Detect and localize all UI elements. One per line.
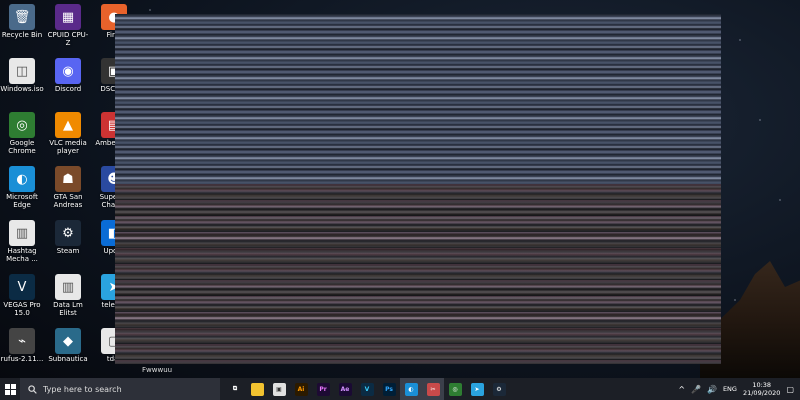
taskbar: Type here to search ⧉ ▬ ▣ Ai Pr Ae V Ps ◐ ✂ ◎ ➤ ⚙ ^ … bbox=[0, 378, 800, 400]
desktop-icon-label: Recycle Bin bbox=[1, 31, 43, 39]
taskbar-file-explorer-button[interactable]: ▬ bbox=[246, 378, 268, 400]
system-tray: ^ 🎤 🔊 ENG 10:38 21/09/2020 ▢ bbox=[678, 378, 800, 400]
snipping-icon: ✂ bbox=[426, 382, 440, 396]
taskbar-task-view-button[interactable]: ⧉ bbox=[224, 378, 246, 400]
windows-logo-icon bbox=[4, 383, 16, 395]
desktop-icon-label: Hashtag Mecha ... bbox=[6, 247, 38, 263]
desktop-icon[interactable]: ◉ Discord bbox=[46, 56, 90, 108]
taskbar-snipping-button[interactable]: ✂ bbox=[422, 378, 444, 400]
desktop-icon-label: VEGAS Pro 15.0 bbox=[3, 301, 41, 317]
steam-icon: ⚙ bbox=[492, 382, 506, 396]
desktop-icon-label: Microsoft Edge bbox=[6, 193, 38, 209]
microphone-icon[interactable]: 🎤 bbox=[691, 385, 701, 394]
search-icon bbox=[28, 384, 37, 394]
desktop-icon[interactable]: 🗑 Recycle Bin bbox=[0, 2, 44, 54]
start-button[interactable] bbox=[0, 378, 20, 400]
tray-chevron-icon[interactable]: ^ bbox=[678, 385, 685, 394]
desktop-icon[interactable]: ◎ Google Chrome bbox=[0, 110, 44, 162]
desktop-icon[interactable]: ▦ CPUID CPU-Z bbox=[46, 2, 90, 54]
desktop-icon-label: Subnautica bbox=[48, 355, 88, 363]
taskbar-edge-button[interactable]: ◐ bbox=[400, 378, 422, 400]
desktop-icon[interactable]: ☗ GTA San Andreas bbox=[46, 164, 90, 216]
chrome-icon: ◎ bbox=[448, 382, 462, 396]
desktop-icon[interactable]: ▲ VLC media player bbox=[46, 110, 90, 162]
desktop-icon[interactable]: ⚙ Steam bbox=[46, 218, 90, 270]
discord-icon: ◉ bbox=[55, 58, 81, 84]
window-caption: Fwwwuu bbox=[142, 366, 173, 374]
desktop-icon[interactable]: ▥ Data Lm Elitst bbox=[46, 272, 90, 324]
edge-icon: ◐ bbox=[404, 382, 418, 396]
desktop-icons: 🗑 Recycle Bin ▦ CPUID CPU-Z ● Firef ◫ Windows.i… bbox=[0, 0, 133, 378]
desktop-icon[interactable]: ◐ Microsoft Edge bbox=[0, 164, 44, 216]
taskbar-vegas-button[interactable]: V bbox=[356, 378, 378, 400]
desktop-icon-label: VLC media player bbox=[49, 139, 87, 155]
premiere-icon: Pr bbox=[316, 382, 330, 396]
vegas-icon: V bbox=[360, 382, 374, 396]
volume-icon[interactable]: 🔊 bbox=[707, 385, 717, 394]
illustrator-icon: Ai bbox=[294, 382, 308, 396]
clock[interactable]: 10:38 21/09/2020 bbox=[743, 381, 780, 397]
language-indicator[interactable]: ENG bbox=[723, 385, 737, 393]
edge-icon: ◐ bbox=[9, 166, 35, 192]
store-icon: ▣ bbox=[272, 382, 286, 396]
taskbar-telegram-button[interactable]: ➤ bbox=[466, 378, 488, 400]
taskbar-photoshop-button[interactable]: Ps bbox=[378, 378, 400, 400]
taskbar-store-button[interactable]: ▣ bbox=[268, 378, 290, 400]
subnautica-icon: ◆ bbox=[55, 328, 81, 354]
desktop-icon-label: rufus-2.11... bbox=[0, 355, 44, 363]
taskbar-chrome-button[interactable]: ◎ bbox=[444, 378, 466, 400]
desktop-icon[interactable]: ◫ Windows.iso bbox=[0, 56, 44, 108]
taskbar-after-effects-button[interactable]: Ae bbox=[334, 378, 356, 400]
photoshop-icon: Ps bbox=[382, 382, 396, 396]
glitched-window[interactable] bbox=[115, 14, 721, 364]
cpu-z-icon: ▦ bbox=[55, 4, 81, 30]
usb-icon: ⌁ bbox=[9, 328, 35, 354]
gta-icon: ☗ bbox=[55, 166, 81, 192]
desktop-icon[interactable]: ▥ Hashtag Mecha ... bbox=[0, 218, 44, 270]
telegram-icon: ➤ bbox=[470, 382, 484, 396]
desktop-icon-label: Steam bbox=[56, 247, 80, 255]
steam-icon: ⚙ bbox=[55, 220, 81, 246]
desktop-icon-label: Google Chrome bbox=[8, 139, 36, 155]
vegas-icon: V bbox=[9, 274, 35, 300]
text-file-icon: ▥ bbox=[55, 274, 81, 300]
recycle-bin-icon: 🗑 bbox=[9, 4, 35, 30]
search-box[interactable]: Type here to search bbox=[20, 378, 220, 400]
desktop-icon[interactable]: ◆ Subnautica bbox=[46, 326, 90, 378]
taskbar-steam-button[interactable]: ⚙ bbox=[488, 378, 510, 400]
desktop-icon-label: CPUID CPU-Z bbox=[47, 31, 89, 47]
desktop-icon[interactable]: V VEGAS Pro 15.0 bbox=[0, 272, 44, 324]
disc-file-icon: ◫ bbox=[9, 58, 35, 84]
desktop-icon-label: Windows.iso bbox=[0, 85, 44, 93]
notifications-icon[interactable]: ▢ bbox=[786, 385, 794, 394]
desktop-icon-label: Data Lm Elitst bbox=[53, 301, 83, 317]
clock-time: 10:38 bbox=[752, 381, 772, 389]
taskbar-illustrator-button[interactable]: Ai bbox=[290, 378, 312, 400]
taskbar-apps: ⧉ ▬ ▣ Ai Pr Ae V Ps ◐ ✂ ◎ ➤ ⚙ bbox=[224, 378, 510, 400]
text-file-icon: ▥ bbox=[9, 220, 35, 246]
search-placeholder: Type here to search bbox=[43, 384, 122, 394]
desktop-icon-label: GTA San Andreas bbox=[53, 193, 83, 209]
desktop-icon-label: Discord bbox=[54, 85, 82, 93]
desktop-icon[interactable]: ⌁ rufus-2.11... bbox=[0, 326, 44, 378]
clock-date: 21/09/2020 bbox=[742, 389, 781, 397]
taskbar-premiere-button[interactable]: Pr bbox=[312, 378, 334, 400]
task-view-icon: ⧉ bbox=[232, 385, 238, 392]
vlc-icon: ▲ bbox=[55, 112, 81, 138]
after-effects-icon: Ae bbox=[338, 382, 352, 396]
chrome-icon: ◎ bbox=[9, 112, 35, 138]
file-explorer-icon: ▬ bbox=[250, 382, 264, 396]
